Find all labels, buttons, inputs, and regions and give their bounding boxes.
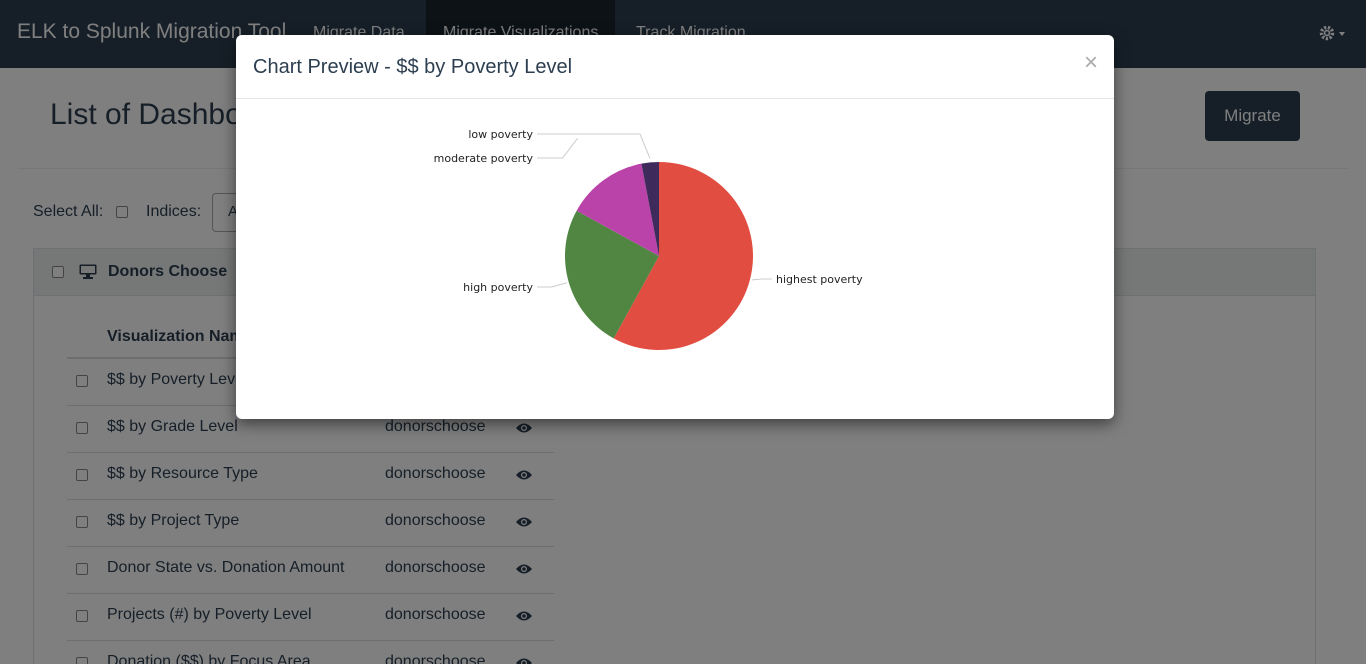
- slice-label: highest poverty: [776, 273, 863, 286]
- slice-label: low poverty: [468, 128, 533, 141]
- modal-header: Chart Preview - $$ by Poverty Level ×: [236, 35, 1114, 99]
- close-icon[interactable]: ×: [1084, 49, 1098, 77]
- slice-label: moderate poverty: [434, 152, 534, 165]
- modal-title: Chart Preview - $$ by Poverty Level: [253, 56, 573, 78]
- leader-line: [537, 138, 578, 159]
- leader-line: [537, 282, 567, 288]
- pie-chart: highest poverty high poverty moderate pove…: [434, 128, 863, 350]
- slice-label: high poverty: [463, 281, 533, 294]
- leader-line: [751, 278, 772, 281]
- chart-preview-modal: Chart Preview - $$ by Poverty Level × hi…: [236, 35, 1114, 419]
- leader-line: [537, 133, 651, 159]
